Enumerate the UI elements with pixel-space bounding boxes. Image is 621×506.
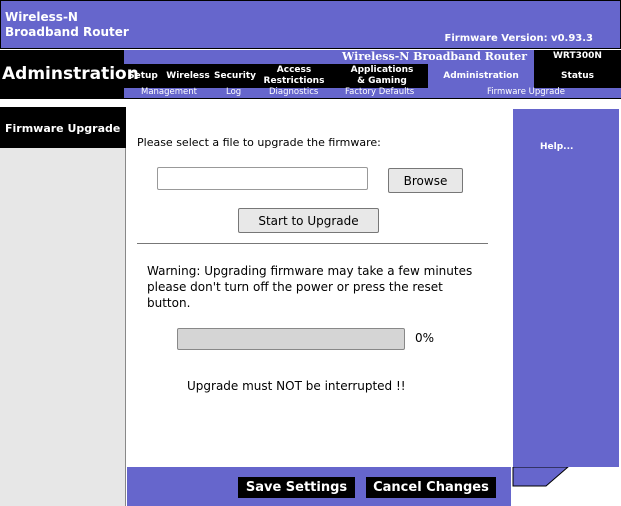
- tab-status[interactable]: Status: [534, 64, 621, 88]
- subnav-firmware-upgrade[interactable]: Firmware Upgrade: [487, 87, 565, 98]
- left-column: [0, 107, 126, 506]
- upgrade-warning: Warning: Upgrading firmware may take a f…: [147, 264, 473, 310]
- subnav-log[interactable]: Log: [226, 87, 241, 98]
- interrupt-note: Upgrade must NOT be interrupted !!: [187, 379, 406, 393]
- page-title: Adminstration: [2, 64, 139, 84]
- tab-apps-label-2: & Gaming: [357, 76, 407, 86]
- brand-line-2: Broadband Router: [5, 25, 129, 39]
- tab-apps-label-1: Applications: [350, 65, 414, 75]
- tab-status-label: Status: [561, 70, 594, 81]
- subnav-factory-defaults[interactable]: Factory Defaults: [345, 87, 414, 98]
- tab-security-label: Security: [213, 70, 257, 81]
- progress-percent: 0%: [415, 331, 435, 345]
- brand-line-1: Wireless-N: [5, 10, 78, 24]
- subnav-diagnostics[interactable]: Diagnostics: [269, 87, 318, 98]
- tab-wireless[interactable]: Wireless: [164, 64, 212, 88]
- footer-notch-shape: [512, 467, 569, 487]
- tab-access-label-1: Access: [276, 65, 312, 75]
- tab-security[interactable]: Security: [212, 64, 258, 88]
- cancel-changes-button[interactable]: Cancel Changes: [366, 477, 496, 498]
- browse-button[interactable]: Browse: [388, 168, 463, 193]
- product-name: Wireless-N Broadband Router: [342, 50, 528, 63]
- save-settings-button[interactable]: Save Settings: [238, 477, 355, 498]
- divider: [137, 243, 488, 244]
- help-link[interactable]: Help...: [540, 142, 573, 152]
- tab-applications-gaming[interactable]: Applications & Gaming: [336, 64, 428, 88]
- tab-administration-label: Administration: [443, 70, 519, 81]
- firmware-file-input[interactable]: [157, 167, 368, 190]
- firmware-version: Firmware Version: v0.93.3: [444, 33, 594, 44]
- tab-access-restrictions[interactable]: Access Restrictions: [260, 64, 328, 88]
- tab-wireless-label: Wireless: [166, 70, 210, 81]
- help-panel: [513, 109, 619, 484]
- upgrade-prompt: Please select a file to upgrade the firm…: [137, 136, 381, 149]
- tab-setup-label: Setup: [128, 70, 158, 81]
- subnav-management[interactable]: Management: [141, 87, 197, 98]
- tab-access-label-2: Restrictions: [263, 76, 325, 86]
- section-title: Firmware Upgrade: [5, 122, 121, 135]
- upgrade-progress-bar: [177, 328, 405, 350]
- brand-title: Wireless-N Broadband Router: [5, 10, 129, 40]
- tab-administration[interactable]: Administration: [428, 64, 534, 88]
- separator-gap: [0, 99, 621, 107]
- start-upgrade-button[interactable]: Start to Upgrade: [238, 208, 379, 233]
- tab-setup[interactable]: Setup: [124, 64, 162, 88]
- model-number: WRT300N: [553, 51, 602, 61]
